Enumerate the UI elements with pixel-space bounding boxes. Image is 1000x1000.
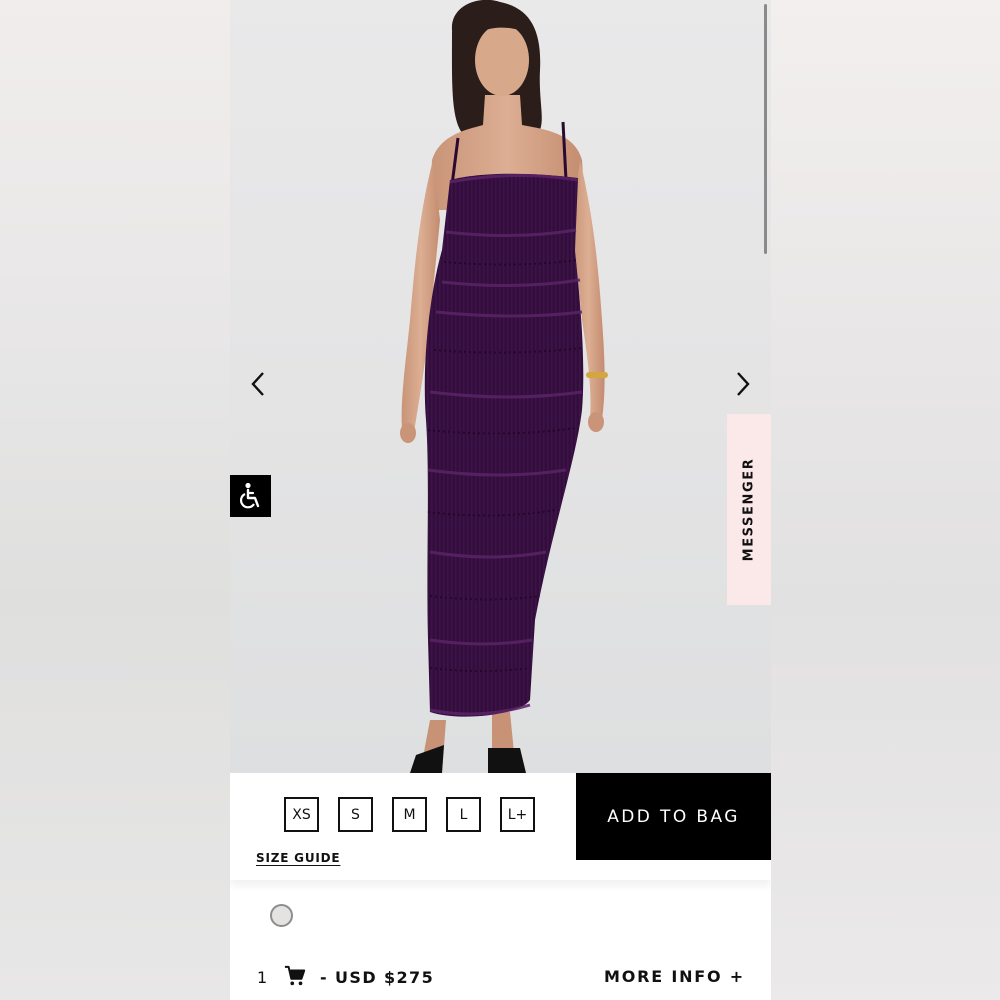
gallery-next-button[interactable]: [727, 368, 759, 400]
scrollbar[interactable]: [764, 4, 767, 254]
quantity[interactable]: 1: [257, 968, 267, 987]
cart-icon[interactable]: [284, 965, 306, 987]
gallery-prev-button[interactable]: [242, 368, 274, 400]
product-page: MESSENGER XS S M L L+ SIZE GUIDE ADD TO …: [230, 0, 771, 1000]
more-info-button[interactable]: MORE INFO +: [604, 967, 745, 986]
wheelchair-icon: [239, 482, 259, 509]
accessibility-button[interactable]: [230, 475, 271, 517]
chevron-right-icon: [737, 372, 750, 396]
color-swatch[interactable]: [270, 904, 293, 927]
price: - USD $275: [320, 968, 435, 987]
footer-row: 1 - USD $275 MORE INFO +: [230, 962, 771, 994]
size-option-xs[interactable]: XS: [284, 797, 319, 832]
add-to-bag-button[interactable]: ADD TO BAG: [576, 773, 771, 860]
messenger-label: MESSENGER: [741, 457, 757, 562]
size-option-m[interactable]: M: [392, 797, 427, 832]
size-option-s[interactable]: S: [338, 797, 373, 832]
size-selector: XS S M L L+: [284, 797, 535, 832]
model-figure: [400, 0, 608, 773]
product-image: MESSENGER: [230, 0, 771, 773]
backdrop-left: [0, 0, 230, 1000]
chevron-left-icon: [251, 372, 264, 396]
size-option-l-plus[interactable]: L+: [500, 797, 535, 832]
messenger-tab[interactable]: MESSENGER: [727, 414, 771, 605]
purchase-bar: XS S M L L+ SIZE GUIDE ADD TO BAG: [230, 773, 771, 880]
size-guide-link[interactable]: SIZE GUIDE: [256, 851, 340, 865]
size-option-l[interactable]: L: [446, 797, 481, 832]
backdrop-right: [771, 0, 1000, 1000]
